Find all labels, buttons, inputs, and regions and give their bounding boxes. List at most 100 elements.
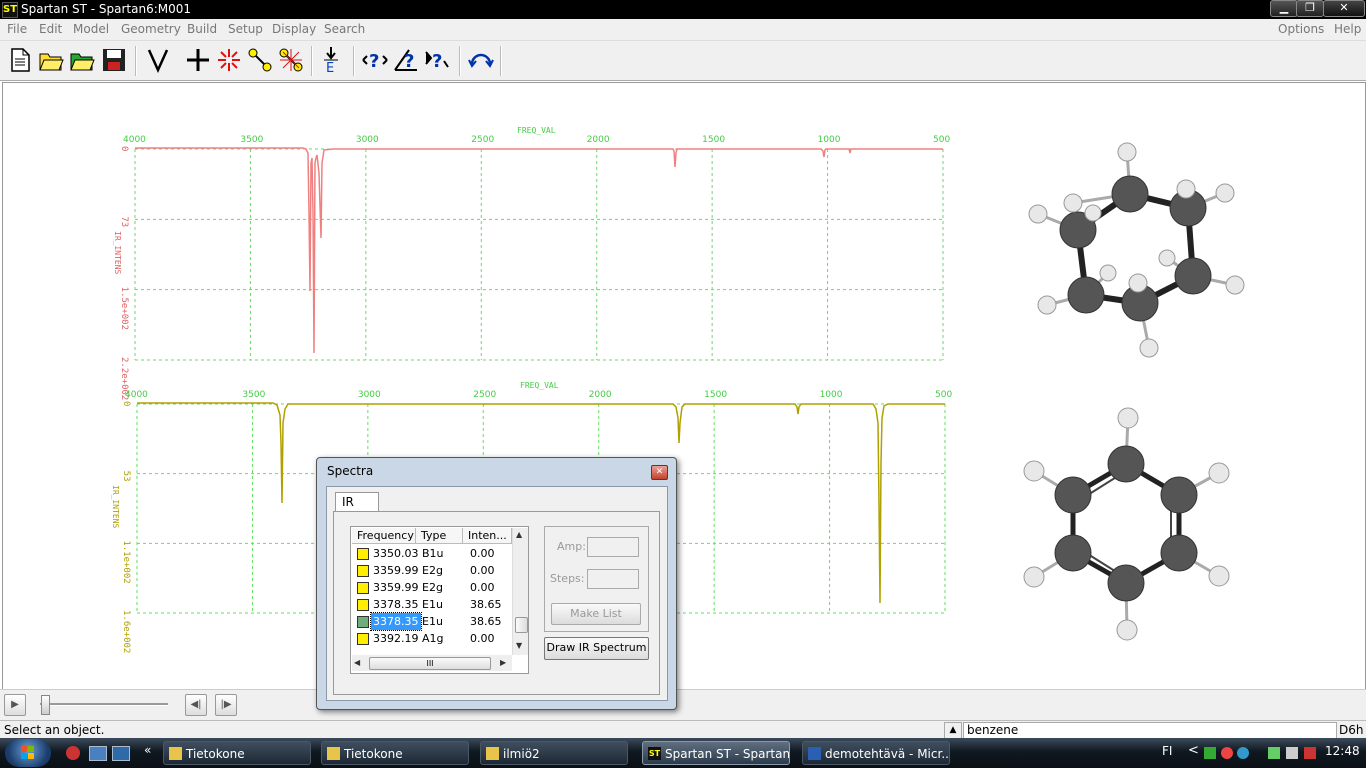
language-indicator[interactable]: FI (1162, 744, 1172, 758)
menu-geometry[interactable]: Geometry (121, 22, 181, 36)
col-intensity[interactable]: Inten... (463, 528, 512, 544)
row-intensity: 0.00 (470, 632, 495, 645)
start-button[interactable] (5, 739, 51, 767)
y-tick-label: 0 (119, 146, 129, 151)
tab-ir[interactable]: IR (335, 492, 379, 512)
minimize-energy-icon[interactable]: E (317, 46, 345, 74)
scroll-right-icon[interactable]: ▶ (500, 658, 506, 667)
x-tick-label: 4000 (123, 135, 146, 145)
make-list-button[interactable]: Make List (551, 603, 641, 625)
menu-options[interactable]: Options (1278, 22, 1324, 36)
measure-distance-icon[interactable]: ? (361, 46, 389, 74)
hscroll-thumb[interactable]: III (369, 657, 491, 670)
frequency-row[interactable]: 3378.35 E1u 38.65 (352, 596, 512, 613)
open-folder-green-icon[interactable] (68, 46, 96, 74)
frequency-list[interactable]: Frequency Type Inten... 3350.03 B1u 0.00 33… (350, 526, 529, 674)
clock[interactable]: 12:48 (1325, 744, 1360, 758)
menu-build[interactable]: Build (187, 22, 217, 36)
close-button[interactable]: ✕ (1323, 0, 1365, 17)
task-label: Tietokone (186, 747, 245, 761)
add-fragment-icon[interactable] (184, 46, 212, 74)
view-mode-icon[interactable] (144, 46, 172, 74)
toolbar-separator (353, 46, 355, 76)
menu-file[interactable]: File (7, 22, 27, 36)
molecule-view[interactable]: FREQ_VAL 4000 3500 3000 2500 2000 1500 1000 500… (2, 82, 1366, 690)
task-word-document[interactable]: demotehtävä - Micr... (802, 741, 950, 765)
open-folder-icon[interactable] (37, 46, 65, 74)
menu-edit[interactable]: Edit (39, 22, 62, 36)
tray-browser-icon[interactable] (1237, 747, 1249, 759)
y-tick-label: 1.1e+002 (121, 540, 131, 583)
menu-setup[interactable]: Setup (228, 22, 263, 36)
x-tick-label: 2000 (587, 135, 610, 145)
tray-network-icon[interactable] (1268, 747, 1280, 759)
steps-field[interactable] (587, 569, 639, 589)
tray-expand-icon[interactable]: < (1188, 743, 1199, 758)
draw-ir-spectrum-button[interactable]: Draw IR Spectrum (544, 637, 649, 660)
break-bond-icon[interactable] (277, 46, 305, 74)
frequency-row[interactable]: 3359.99 E2g 0.00 (352, 579, 512, 596)
frequency-row[interactable]: 3392.19 A1g 0.00 (352, 630, 512, 647)
col-type[interactable]: Type (416, 528, 463, 544)
step-back-button[interactable]: ◀| (185, 694, 207, 716)
minimize-button[interactable]: ▁ (1270, 0, 1298, 17)
menu-search[interactable]: Search (324, 22, 365, 36)
row-color-swatch (357, 548, 369, 560)
animation-slider-thumb[interactable] (41, 695, 50, 715)
molecule-list-up-icon[interactable]: ▲ (944, 722, 962, 739)
menu-display[interactable]: Display (272, 22, 316, 36)
task-tietokone-1[interactable]: Tietokone (163, 741, 311, 765)
vscroll-thumb[interactable] (515, 617, 528, 633)
undo-arrow-icon[interactable] (467, 46, 495, 74)
row-color-swatch (357, 599, 369, 611)
menu-help[interactable]: Help (1334, 22, 1361, 36)
row-intensity: 0.00 (470, 547, 495, 560)
quicklaunch-chevron[interactable]: « (144, 743, 151, 757)
quicklaunch-switch-icon[interactable] (112, 746, 130, 761)
animation-bar: ▶ ◀| |▶ (0, 689, 1366, 720)
tray-security-icon[interactable] (1221, 747, 1233, 759)
dialog-title: Spectra (327, 464, 374, 478)
list-horizontal-scrollbar[interactable]: ◀ III ▶ (352, 655, 512, 671)
x-tick-label: 1500 (702, 135, 725, 145)
toolbar-separator (135, 46, 137, 76)
row-intensity: 38.65 (470, 598, 502, 611)
dialog-close-button[interactable]: ✕ (651, 465, 668, 480)
animation-slider-track[interactable] (40, 703, 168, 706)
quicklaunch-opera-icon[interactable] (66, 746, 80, 760)
col-frequency[interactable]: Frequency (352, 528, 416, 544)
amp-field[interactable] (587, 537, 639, 557)
svg-text:?: ? (369, 51, 379, 72)
play-button[interactable]: ▶ (4, 694, 26, 716)
task-ilmio2[interactable]: ilmiö2 (480, 741, 628, 765)
bottom-x-title: FREQ_VAL (520, 381, 559, 390)
frequency-row[interactable]: 3350.03 B1u 0.00 (352, 545, 512, 562)
tray-device-icon[interactable] (1286, 747, 1298, 759)
x-tick-label: 2500 (471, 135, 494, 145)
tray-volume-muted-icon[interactable] (1304, 747, 1316, 759)
scroll-left-icon[interactable]: ◀ (354, 658, 360, 667)
make-bond-icon[interactable] (246, 46, 274, 74)
task-tietokone-2[interactable]: Tietokone (321, 741, 469, 765)
menu-model[interactable]: Model (73, 22, 109, 36)
tray-app-icon[interactable] (1204, 747, 1216, 759)
toolbar-separator (500, 46, 502, 76)
restore-button[interactable]: ❐ (1296, 0, 1324, 17)
scroll-up-icon[interactable]: ▲ (516, 530, 522, 539)
task-spartan[interactable]: ST Spartan ST - Spartan... (642, 741, 790, 765)
new-file-icon[interactable] (6, 46, 34, 74)
toolbar-separator (459, 46, 461, 76)
quicklaunch-desktop-icon[interactable] (89, 746, 107, 761)
frequency-row[interactable]: 3378.35 E1u 38.65 (352, 612, 512, 631)
top-spectrum-line (135, 147, 943, 354)
measure-dihedral-icon[interactable]: ? (423, 46, 451, 74)
frequency-row[interactable]: 3359.99 E2g 0.00 (352, 562, 512, 579)
scroll-down-icon[interactable]: ▼ (516, 641, 522, 650)
list-vertical-scrollbar[interactable]: ▲ ▼ (512, 528, 528, 655)
folder-icon (486, 747, 499, 760)
x-tick-label: 3000 (356, 135, 379, 145)
save-icon[interactable] (100, 46, 128, 74)
step-forward-button[interactable]: |▶ (215, 694, 237, 716)
delete-icon[interactable] (215, 46, 243, 74)
measure-angle-icon[interactable]: ? (392, 46, 420, 74)
